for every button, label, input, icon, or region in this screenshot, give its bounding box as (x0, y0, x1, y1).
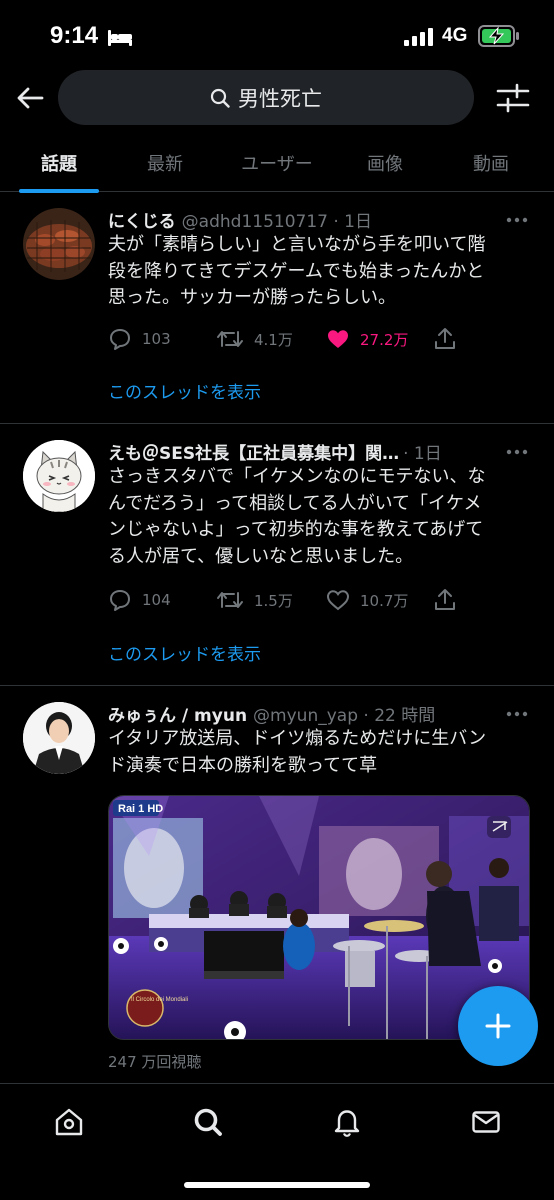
tweet-text: イタリア放送局、ドイツ煽るためだけに生バン ド演奏で日本の勝利を歌ってて草 (108, 728, 487, 776)
share-button[interactable] (434, 585, 456, 615)
sliders-icon (496, 83, 530, 113)
view-count: 247 万回視聴 (108, 1053, 202, 1071)
tab-people[interactable]: ユーザー (217, 134, 337, 192)
tweet-text: 夫が「素晴らしい」と言いながら手を叩いて階 段を降りてきてデスゲームでも始まった… (108, 234, 486, 308)
reply-count: 104 (142, 591, 171, 609)
tab-latest[interactable]: 最新 (125, 134, 205, 192)
tweet-actions: 103 4.1万 27.2万 (108, 324, 528, 354)
like-button[interactable]: 10.7万 (326, 585, 408, 615)
channel-logo: Rai 1 HD (118, 803, 163, 815)
status-time: 9:14 (50, 22, 99, 49)
person-avatar-image (23, 702, 95, 774)
retweet-button[interactable]: 4.1万 (216, 324, 293, 354)
show-title: Il Circolo dei Mondiali (131, 997, 188, 1003)
show-thread-link[interactable]: このスレッドを表示 (108, 640, 261, 665)
more-icon[interactable] (505, 216, 529, 224)
plus-icon (485, 1013, 511, 1039)
nav-messages-button[interactable] (466, 1102, 506, 1142)
tab-top[interactable]: 話題 (19, 134, 99, 193)
home-icon (55, 1108, 83, 1136)
share-icon (435, 589, 455, 610)
network-label: 4G (442, 25, 468, 46)
more-icon[interactable] (505, 448, 529, 456)
retweet-count: 4.1万 (254, 330, 293, 349)
like-count: 10.7万 (360, 591, 409, 610)
search-tabs: 話題 最新 ユーザー 画像 動画 (0, 134, 554, 193)
retweet-icon (217, 331, 243, 347)
search-input[interactable]: 男性死亡 (58, 70, 474, 125)
reply-button[interactable]: 103 (108, 324, 171, 354)
avatar[interactable] (23, 208, 95, 280)
like-count: 27.2万 (360, 330, 409, 349)
heart-filled-icon (328, 330, 348, 348)
search-settings-button[interactable] (495, 82, 531, 114)
handle-time: @myun_yap · 22 時間 (253, 706, 436, 726)
retweet-button[interactable]: 1.5万 (216, 585, 293, 615)
bed-icon (108, 30, 132, 46)
tab-photos[interactable]: 画像 (345, 134, 425, 192)
search-icon (210, 88, 230, 108)
back-button[interactable] (12, 80, 48, 116)
cat-avatar-image (23, 440, 95, 512)
nav-search-button[interactable] (188, 1102, 228, 1142)
display-name[interactable]: えも＠SES社長【正社員募集中】関… (108, 439, 399, 464)
avatar[interactable] (23, 440, 95, 512)
handle-time: @adhd11510717 · 1日 (181, 212, 373, 232)
retweet-icon (217, 592, 243, 608)
signal-icon (404, 28, 433, 46)
tweet[interactable]: えも＠SES社長【正社員募集中】関… · 1日 さっきスタバで「イケメンなのにモ… (0, 424, 554, 686)
tab-videos[interactable]: 動画 (451, 134, 531, 192)
reply-icon (110, 329, 130, 350)
status-bar: 9:14 4G (0, 0, 554, 70)
tweet-header: にくじる @adhd11510717 · 1日 (108, 207, 372, 233)
tweet-header: えも＠SES社長【正社員募集中】関… · 1日 (108, 439, 442, 465)
tweet-header: みゅぅん / myun @myun_yap · 22 時間 (108, 701, 435, 727)
search-query: 男性死亡 (238, 86, 322, 111)
tweet[interactable]: にくじる @adhd11510717 · 1日 夫が「素晴らしい」と言いながら手… (0, 192, 554, 424)
tweet-text: さっきスタバで「イケメンなのにモテない、な んでだろう」って相談してる人がいて「… (108, 466, 486, 567)
nav-home-button[interactable] (49, 1102, 89, 1142)
display-name[interactable]: みゅぅん / myun (108, 701, 247, 726)
reply-button[interactable]: 104 (108, 585, 171, 615)
tweet-actions: 104 1.5万 10.7万 (108, 585, 528, 615)
nav-notifications-button[interactable] (327, 1102, 367, 1142)
avatar[interactable] (23, 702, 95, 774)
like-button[interactable]: 27.2万 (326, 324, 408, 354)
reply-icon (110, 590, 130, 611)
retweet-count: 1.5万 (254, 591, 293, 610)
grilled-meat-avatar-image (23, 208, 95, 280)
mail-icon (472, 1111, 500, 1133)
share-button[interactable] (434, 324, 456, 354)
search-header: 男性死亡 (0, 70, 554, 128)
home-indicator (184, 1182, 370, 1188)
bell-icon (334, 1110, 360, 1137)
battery-charging-icon (478, 25, 519, 47)
compose-button[interactable] (458, 986, 538, 1066)
share-icon (435, 328, 455, 349)
arrow-left-icon (17, 87, 44, 109)
display-name[interactable]: にくじる (108, 207, 176, 232)
reply-count: 103 (142, 330, 171, 348)
show-thread-link[interactable]: このスレッドを表示 (108, 378, 261, 403)
search-icon (194, 1108, 222, 1136)
more-icon[interactable] (505, 710, 529, 718)
handle-time: · 1日 (403, 444, 442, 464)
heart-icon (326, 590, 350, 611)
